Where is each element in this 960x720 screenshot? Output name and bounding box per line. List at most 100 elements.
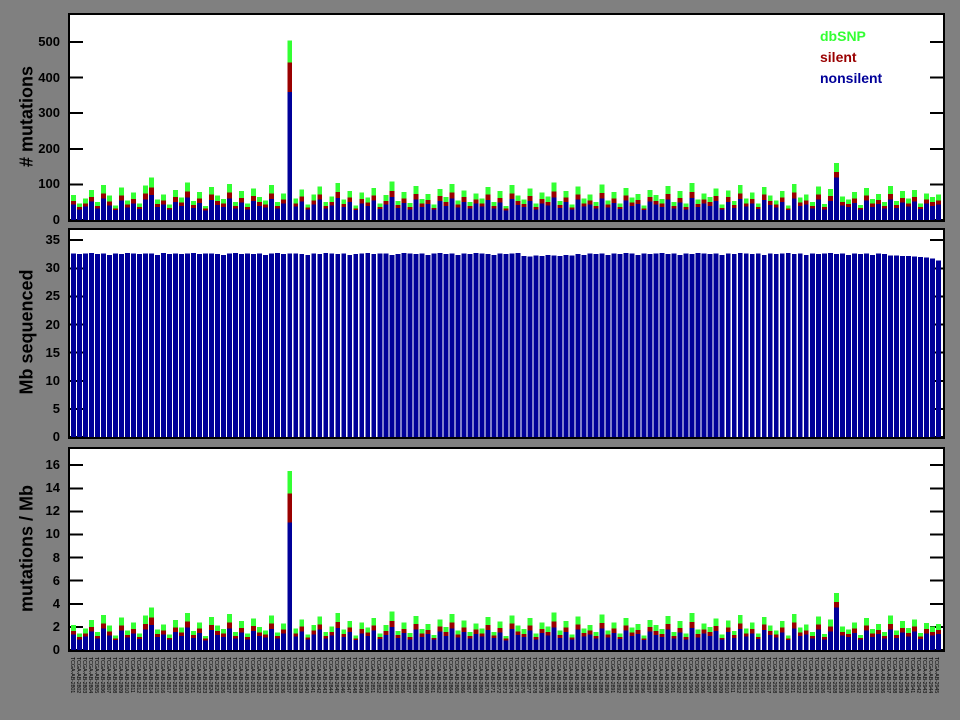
bar-segment-nonsilent <box>119 630 124 650</box>
bar-segment-silent <box>899 197 905 203</box>
bar-segment-nonsilent <box>125 207 130 220</box>
bar-segment-silent <box>917 636 923 639</box>
bar-segment-dbSNP <box>929 196 935 203</box>
bar-segment-Mb sequenced <box>539 255 545 437</box>
bar-segment-Mb sequenced <box>389 254 395 437</box>
bar-segment-silent <box>365 202 371 207</box>
bar-segment-silent <box>743 633 749 637</box>
bar-segment-nonsilent <box>197 202 203 220</box>
bar-segment-Mb sequenced <box>515 253 521 437</box>
bar-segment-Mb sequenced <box>635 254 641 437</box>
bar-segment-silent <box>929 631 935 636</box>
bar-segment-dbSNP <box>791 614 797 623</box>
bar-segment-dbSNP <box>395 200 401 206</box>
x-tick-label: TCGA-AB-2805 <box>92 657 99 694</box>
bar-segment-dbSNP <box>491 631 497 636</box>
bar-segment-nonsilent <box>935 633 941 650</box>
bar-segment-dbSNP <box>197 622 203 629</box>
bar-segment-dbSNP <box>305 634 311 638</box>
bar-segment-dbSNP <box>101 184 106 194</box>
bar-segment-silent <box>593 636 599 639</box>
bar-segment-silent <box>269 193 275 199</box>
bar-segment-silent <box>407 636 413 640</box>
bar-segment-silent <box>437 196 443 202</box>
bar-segment-Mb sequenced <box>215 254 221 437</box>
bar-segment-dbSNP <box>491 201 497 206</box>
bar-segment-nonsilent <box>689 627 695 650</box>
bar-segment-silent <box>581 203 587 207</box>
bar-segment-nonsilent <box>623 630 629 650</box>
bar-segment-nonsilent <box>533 639 539 650</box>
bar-segment-nonsilent <box>737 199 743 220</box>
bar-segment-dbSNP <box>605 200 611 205</box>
bar-segment-nonsilent <box>113 210 118 220</box>
bar-segment-silent <box>809 635 815 639</box>
bar-segment-dbSNP <box>161 624 166 631</box>
bar-segment-dbSNP <box>563 620 569 628</box>
bar-segment-dbSNP <box>425 623 431 631</box>
bar-segment-Mb sequenced <box>791 254 797 437</box>
bar-segment-nonsilent <box>653 204 659 220</box>
bar-segment-dbSNP <box>611 622 617 629</box>
bar-segment-silent <box>737 623 743 630</box>
bar-segment-silent <box>533 637 539 640</box>
bar-segment-silent <box>767 631 773 636</box>
bar-segment-nonsilent <box>269 199 275 220</box>
bar-segment-nonsilent <box>161 634 166 650</box>
bar-segment-Mb sequenced <box>281 254 287 437</box>
bar-segment-dbSNP <box>269 185 275 194</box>
bar-segment-dbSNP <box>893 630 899 635</box>
bar-segment-silent <box>479 203 485 207</box>
bar-segment-silent <box>815 194 821 200</box>
bar-segment-Mb sequenced <box>821 253 827 437</box>
bar-segment-dbSNP <box>359 192 365 200</box>
x-tick-label: TCGA-AB-2849 <box>356 657 363 694</box>
bar-segment-silent <box>179 202 185 207</box>
x-tick-label: TCGA-AB-2830 <box>242 657 249 694</box>
bar-segment-silent <box>917 206 923 209</box>
bar-segment-silent <box>635 630 641 634</box>
bar-segment-dbSNP <box>623 187 629 196</box>
bar-segment-nonsilent <box>347 202 353 220</box>
bar-segment-silent <box>839 201 845 206</box>
bar-segment-dbSNP <box>143 185 148 194</box>
bar-segment-silent <box>545 201 551 206</box>
bar-segment-silent <box>773 634 779 638</box>
bar-segment-dbSNP <box>575 616 581 625</box>
bar-segment-silent <box>671 205 677 209</box>
bar-segment-silent <box>119 625 124 631</box>
bar-segment-Mb sequenced <box>299 254 305 437</box>
bar-segment-Mb sequenced <box>887 255 893 437</box>
bar-segment-dbSNP <box>347 620 353 628</box>
bar-segment-Mb sequenced <box>797 253 803 437</box>
bar-segment-silent <box>767 201 773 206</box>
bar-segment-Mb sequenced <box>287 253 293 437</box>
bar-segment-silent <box>155 203 160 208</box>
bar-segment-nonsilent <box>665 199 671 220</box>
bar-segment-silent <box>605 204 611 208</box>
bar-segment-nonsilent <box>743 206 749 220</box>
bar-segment-nonsilent <box>815 199 821 220</box>
bar-segment-nonsilent <box>797 206 803 220</box>
x-tick-label: TCGA-AB-2847 <box>344 657 351 694</box>
bar-segment-silent <box>935 200 941 205</box>
bar-segment-nonsilent <box>83 206 88 220</box>
bar-segment-silent <box>503 638 509 641</box>
bar-segment-nonsilent <box>671 638 677 650</box>
bar-segment-silent <box>719 207 725 210</box>
x-tick-label: TCGA-AB-2801 <box>68 657 75 694</box>
bar-segment-Mb sequenced <box>437 253 443 437</box>
bar-segment-nonsilent <box>83 636 88 650</box>
bar-segment-silent <box>341 634 347 638</box>
bar-segment-Mb sequenced <box>89 253 94 437</box>
bar-segment-nonsilent <box>905 206 911 220</box>
bar-segment-dbSNP <box>95 201 100 206</box>
bar-segment-silent <box>731 635 737 638</box>
bar-segment-nonsilent <box>275 638 281 650</box>
bar-segment-nonsilent <box>245 209 251 220</box>
bar-segment-nonsilent <box>827 201 833 220</box>
bar-segment-nonsilent <box>215 635 221 650</box>
x-tick-label: TCGA-AB-2837 <box>284 657 291 694</box>
bar-segment-nonsilent <box>527 630 533 650</box>
x-tick-label: TCGA-AB-2858 <box>410 657 417 694</box>
